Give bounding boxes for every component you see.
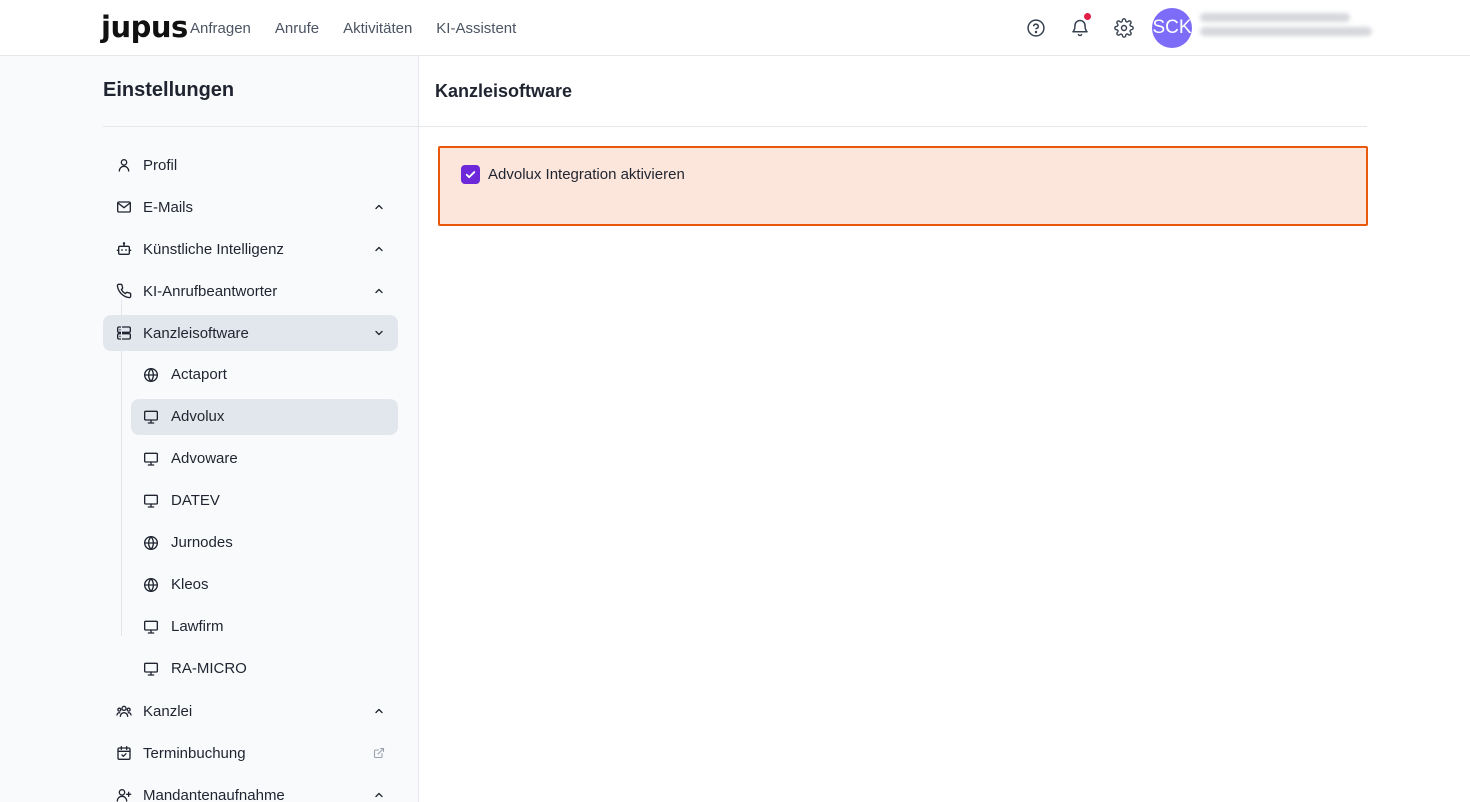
sidebar-subitem-kleos[interactable]: Kleos bbox=[131, 567, 398, 603]
avatar[interactable]: SCK bbox=[1152, 8, 1192, 48]
sidebar-subitem-jurnodes[interactable]: Jurnodes bbox=[131, 525, 398, 561]
sidebar-item-kanzlei[interactable]: Kanzlei bbox=[103, 693, 398, 729]
external-link-icon[interactable] bbox=[372, 746, 386, 760]
sidebar-subitem-label: RA-MICRO bbox=[171, 660, 247, 677]
notification-dot bbox=[1084, 13, 1091, 20]
bell-icon[interactable] bbox=[1068, 13, 1092, 40]
bot-icon bbox=[115, 240, 133, 258]
sidebar-title: Einstellungen bbox=[103, 79, 235, 101]
chevron-up-icon[interactable] bbox=[372, 788, 386, 802]
sidebar-item-terminbuchung[interactable]: Terminbuchung bbox=[103, 735, 398, 771]
monitor-icon bbox=[143, 619, 159, 635]
chevron-up-icon[interactable] bbox=[372, 704, 386, 718]
sidebar-item-profil[interactable]: Profil bbox=[103, 147, 398, 183]
sidebar-subitem-datev[interactable]: DATEV bbox=[131, 483, 398, 519]
chevron-up-icon[interactable] bbox=[372, 242, 386, 256]
user-plus-icon bbox=[115, 786, 133, 802]
sidebar-item-label: Terminbuchung bbox=[143, 744, 246, 762]
sidebar-subitem-label: Advolux bbox=[171, 408, 225, 425]
user-icon bbox=[115, 156, 133, 174]
gear-icon[interactable] bbox=[1112, 16, 1136, 40]
integration-panel: Advolux Integration aktivieren bbox=[438, 146, 1368, 226]
globe-icon bbox=[143, 367, 159, 383]
sidebar-item-label: Mandantenaufnahme bbox=[143, 786, 285, 802]
nav-anrufe[interactable]: Anrufe bbox=[275, 20, 319, 37]
monitor-icon bbox=[143, 661, 159, 677]
mail-icon bbox=[115, 198, 133, 216]
chevron-up-icon[interactable] bbox=[372, 200, 386, 214]
sidebar-item-label: KI-Anrufbeantworter bbox=[143, 282, 278, 300]
top-bar: jupus Anfragen Anrufe Aktivitäten KI-Ass… bbox=[0, 0, 1470, 56]
user-info-redacted[interactable] bbox=[1200, 13, 1372, 43]
sidebar-subitem-label: Actaport bbox=[171, 366, 227, 383]
sidebar-item-label: Künstliche Intelligenz bbox=[143, 240, 284, 258]
calendar-check-icon bbox=[115, 744, 133, 762]
chevron-down-icon[interactable] bbox=[372, 326, 386, 340]
sidebar-item-label: E-Mails bbox=[143, 198, 194, 216]
nav-anfragen[interactable]: Anfragen bbox=[190, 20, 251, 37]
sidebar-subitem-label: Advoware bbox=[171, 450, 238, 467]
phone-icon bbox=[115, 282, 133, 300]
server-icon bbox=[115, 324, 133, 342]
submenu-guide-line bbox=[121, 300, 122, 636]
users-icon bbox=[115, 702, 133, 720]
advolux-integration-checkbox[interactable] bbox=[461, 165, 480, 184]
sidebar-item-label: Profil bbox=[143, 156, 178, 174]
sidebar-item-kuenstliche-intelligenz[interactable]: Künstliche Intelligenz bbox=[103, 231, 398, 267]
sidebar-item-e-mails[interactable]: E-Mails bbox=[103, 189, 398, 225]
sidebar-subitem-advolux[interactable]: Advolux bbox=[131, 399, 398, 435]
monitor-icon bbox=[143, 451, 159, 467]
sidebar-divider bbox=[103, 126, 419, 127]
advolux-integration-label[interactable]: Advolux Integration aktivieren bbox=[488, 166, 685, 183]
chevron-up-icon[interactable] bbox=[372, 284, 386, 298]
sidebar-item-ki-anrufbeantworter[interactable]: KI-Anrufbeantworter bbox=[103, 273, 398, 309]
sidebar-subitem-lawfirm[interactable]: Lawfirm bbox=[131, 609, 398, 645]
globe-icon bbox=[143, 535, 159, 551]
nav-ki-assistent[interactable]: KI-Assistent bbox=[436, 20, 516, 37]
sidebar-item-kanzleisoftware[interactable]: Kanzleisoftware bbox=[103, 315, 398, 351]
main-divider bbox=[419, 126, 1367, 127]
sidebar-subitem-label: Jurnodes bbox=[171, 534, 233, 551]
monitor-icon bbox=[143, 409, 159, 425]
sidebar-subitem-advoware[interactable]: Advoware bbox=[131, 441, 398, 477]
sidebar-item-label: Kanzleisoftware bbox=[143, 324, 249, 342]
sidebar-subitem-label: DATEV bbox=[171, 492, 220, 509]
sidebar-subitem-label: Lawfirm bbox=[171, 618, 224, 635]
help-icon[interactable] bbox=[1024, 16, 1048, 40]
sidebar-subitem-actaport[interactable]: Actaport bbox=[131, 357, 398, 393]
globe-icon bbox=[143, 577, 159, 593]
sidebar-subitem-label: Kleos bbox=[171, 576, 209, 593]
sidebar-item-label: Kanzlei bbox=[143, 702, 193, 720]
page-title: Kanzleisoftware bbox=[435, 81, 573, 101]
sidebar-subitem-ra-micro[interactable]: RA-MICRO bbox=[131, 651, 398, 687]
main-nav: Anfragen Anrufe Aktivitäten KI-Assistent bbox=[190, 0, 516, 56]
sidebar-item-mandantenaufnahme[interactable]: Mandantenaufnahme bbox=[103, 777, 398, 802]
logo[interactable]: jupus bbox=[101, 10, 188, 44]
nav-aktivitaeten[interactable]: Aktivitäten bbox=[343, 20, 412, 37]
monitor-icon bbox=[143, 493, 159, 509]
